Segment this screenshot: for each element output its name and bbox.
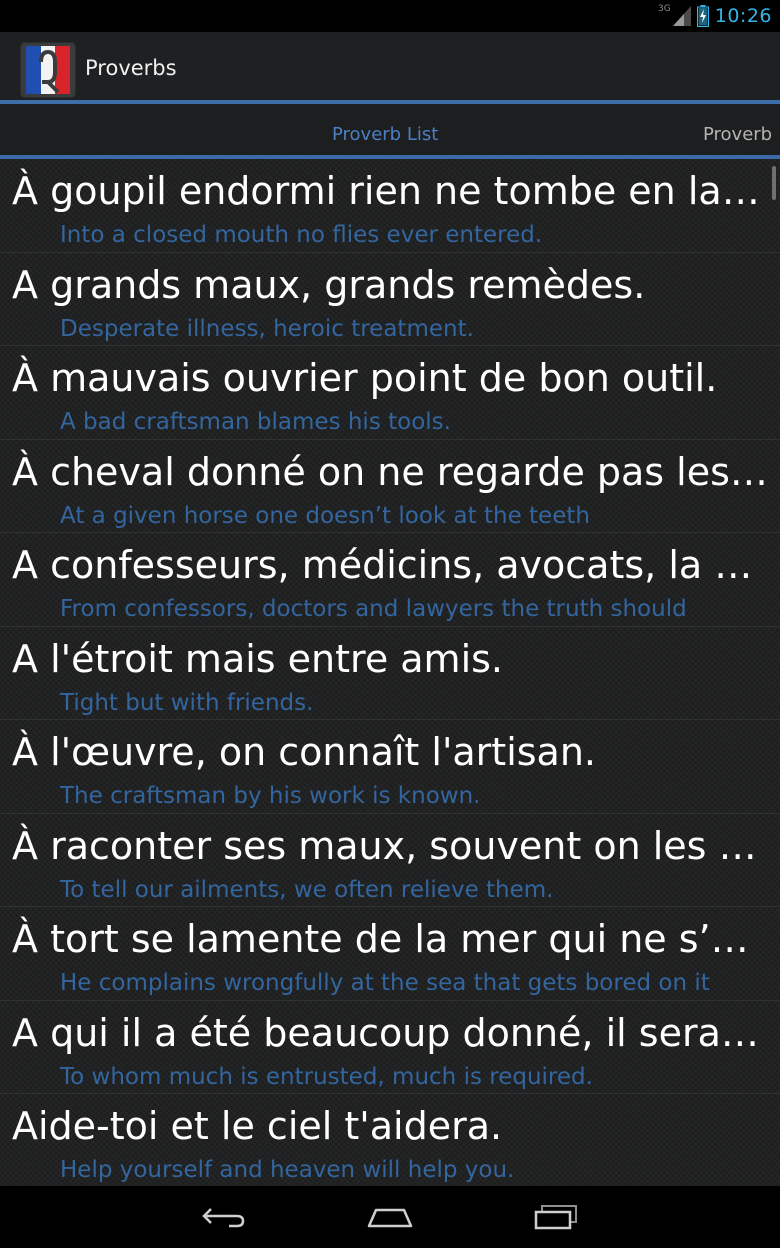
- signal-icon: [672, 6, 691, 26]
- proverb-english-translation: He complains wrongfully at the sea that …: [60, 970, 710, 996]
- clock: 10:26: [714, 5, 772, 27]
- list-item[interactable]: A qui il a été beaucoup donné, il sera b…: [0, 1001, 780, 1094]
- proverb-english-translation: Help yourself and heaven will help you.: [60, 1157, 515, 1183]
- proverb-english-translation: A bad craftsman blames his tools.: [60, 409, 451, 435]
- proverb-french-text: Aide-toi et le ciel t'aidera.: [12, 1104, 503, 1148]
- list-item[interactable]: A grands maux, grands remèdes. Desperate…: [0, 253, 780, 346]
- proverb-french-text: À l'œuvre, on connaît l'artisan.: [12, 730, 597, 774]
- proverb-english-translation: Into a closed mouth no flies ever entere…: [60, 222, 543, 248]
- list-item[interactable]: A confesseurs, médicins, avocats, la vé……: [0, 533, 780, 627]
- proverb-list[interactable]: À goupil endormi rien ne tombe en la g… …: [0, 159, 780, 1186]
- app-title: Proverbs: [85, 56, 177, 80]
- proverb-french-text: A confesseurs, médicins, avocats, la vé…: [12, 543, 768, 587]
- proverb-french-text: A grands maux, grands remèdes.: [12, 262, 646, 307]
- status-icons: 3G 10:26: [658, 0, 772, 32]
- proverb-french-text: À goupil endormi rien ne tombe en la g…: [12, 169, 768, 213]
- tab-proverb-list[interactable]: Proverb List: [332, 124, 438, 145]
- list-item[interactable]: À raconter ses maux, souvent on les so… …: [0, 814, 780, 907]
- proverb-english-translation: At a given horse one doesn’t look at the…: [60, 502, 590, 529]
- proverb-french-text: À raconter ses maux, souvent on les so…: [12, 823, 768, 868]
- proverb-english-translation: Desperate illness, heroic treatment.: [60, 315, 474, 342]
- navigation-bar: [0, 1186, 780, 1248]
- proverb-french-text: A l'étroit mais entre amis.: [12, 636, 504, 681]
- screen: 3G 10:26 Proverbs Proverb List Proverb À…: [0, 0, 780, 1248]
- home-icon[interactable]: [360, 1200, 420, 1234]
- back-icon[interactable]: [194, 1200, 254, 1234]
- network-type-label: 3G: [658, 4, 671, 14]
- action-bar: Proverbs: [0, 32, 780, 100]
- list-item[interactable]: À tort se lamente de la mer qui ne s’en……: [0, 907, 780, 1001]
- proverb-french-text: À tort se lamente de la mer qui ne s’en…: [12, 917, 768, 961]
- proverb-english-translation: To tell our ailments, we often relieve t…: [60, 876, 554, 903]
- list-item[interactable]: Aide-toi et le ciel t'aidera. Help yours…: [0, 1094, 780, 1186]
- recents-icon[interactable]: [526, 1200, 586, 1234]
- list-item[interactable]: À mauvais ouvrier point de bon outil. A …: [0, 346, 780, 440]
- list-item[interactable]: À goupil endormi rien ne tombe en la g… …: [0, 159, 780, 253]
- tab-proverb[interactable]: Proverb: [703, 124, 772, 145]
- battery-icon: [696, 5, 709, 27]
- proverb-english-translation: The craftsman by his work is known.: [60, 783, 481, 809]
- proverb-french-text: À cheval donné on ne regarde pas les d…: [12, 449, 768, 494]
- list-item[interactable]: A l'étroit mais entre amis. Tight but wi…: [0, 627, 780, 720]
- list-item[interactable]: À l'œuvre, on connaît l'artisan. The cra…: [0, 720, 780, 814]
- list-item[interactable]: À cheval donné on ne regarde pas les d… …: [0, 440, 780, 533]
- proverb-french-text: À mauvais ouvrier point de bon outil.: [12, 356, 718, 400]
- status-bar: 3G 10:26: [0, 0, 780, 32]
- tab-strip: Proverb List Proverb: [0, 104, 780, 156]
- proverb-french-text: A qui il a été beaucoup donné, il sera b…: [12, 1010, 768, 1055]
- proverb-english-translation: From confessors, doctors and lawyers the…: [60, 596, 687, 622]
- scrollbar[interactable]: [772, 166, 776, 200]
- proverb-english-translation: Tight but with friends.: [60, 689, 314, 716]
- french-flag-q-icon[interactable]: [20, 42, 76, 98]
- proverb-english-translation: To whom much is entrusted, much is requi…: [60, 1063, 593, 1090]
